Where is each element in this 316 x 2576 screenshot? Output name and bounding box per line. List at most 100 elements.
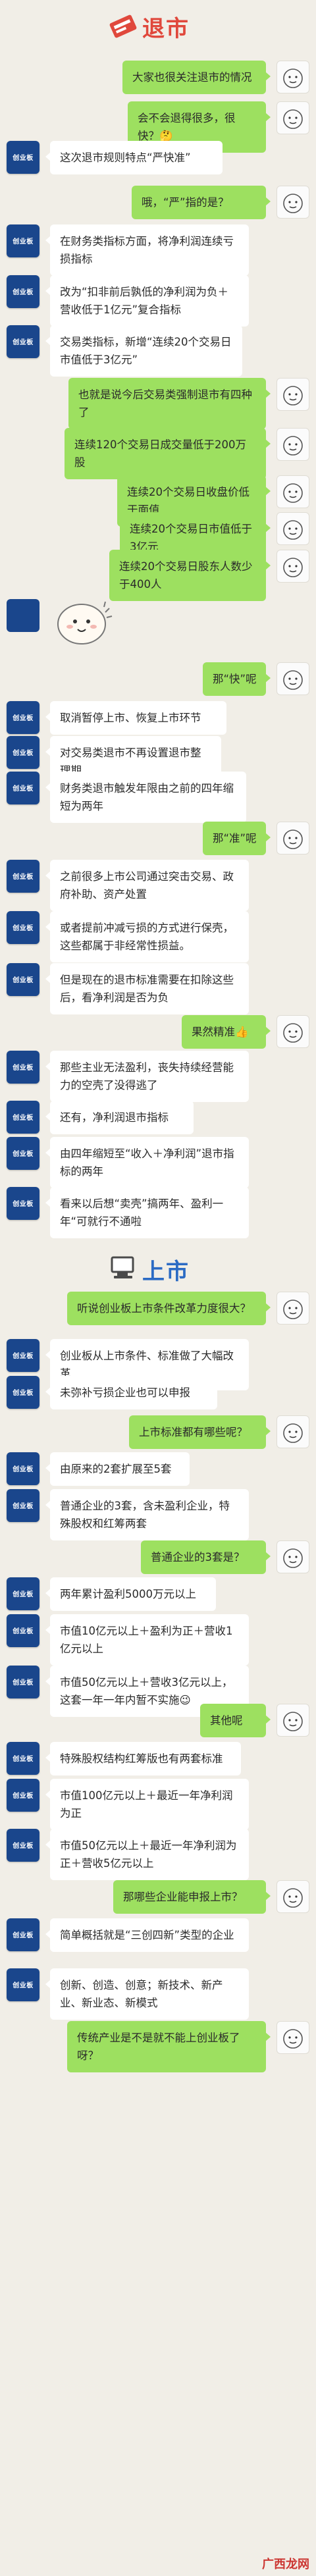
sketch-face-icon xyxy=(283,109,303,129)
section-header-2: 上市 xyxy=(0,1243,316,1292)
brand-avatar-label: 创业板 xyxy=(13,1756,34,1763)
sketch-face-icon xyxy=(283,1023,303,1043)
user-avatar[interactable] xyxy=(276,550,309,583)
brand-avatar-label: 创业板 xyxy=(13,1353,34,1360)
brand-avatar[interactable]: 创业板 xyxy=(7,1489,40,1522)
brand-avatar[interactable]: 创业板 xyxy=(7,224,40,257)
brand-avatar[interactable]: 创业板 xyxy=(7,275,40,308)
brand-avatar-label: 创业板 xyxy=(13,1201,34,1208)
outgoing-message-bubble: 普通企业的3套是？ xyxy=(141,1540,271,1574)
incoming-message-bubble: 普通企业的3套，含未盈利企业，特殊股权和红筹两套 xyxy=(45,1489,249,1540)
user-avatar[interactable] xyxy=(276,1880,309,1913)
brand-avatar-label: 创业板 xyxy=(13,750,34,757)
brand-avatar-label: 创业板 xyxy=(13,977,34,984)
outgoing-message-bubble: 大家也很关注退市的情况 xyxy=(122,61,271,94)
brand-avatar[interactable]: 创业板 xyxy=(7,1968,40,2001)
sketch-face-icon xyxy=(283,483,303,503)
brand-avatar-label: 创业板 xyxy=(13,715,34,722)
brand-avatar-label: 创业板 xyxy=(13,289,34,296)
sketch-face-icon xyxy=(283,558,303,577)
sketch-face-icon xyxy=(283,436,303,456)
user-avatar[interactable] xyxy=(276,378,309,411)
incoming-message-bubble: 市值50亿元以上＋最近一年净利润为正＋营收5亿元以上 xyxy=(45,1829,249,1880)
sketch-face-icon xyxy=(283,194,303,213)
user-avatar[interactable] xyxy=(276,512,309,545)
brand-avatar-label: 创业板 xyxy=(13,925,34,932)
user-avatar[interactable] xyxy=(276,1415,309,1448)
user-avatar[interactable] xyxy=(276,1292,309,1325)
user-avatar[interactable] xyxy=(276,101,309,134)
brand-avatar-label: 创业板 xyxy=(13,238,34,246)
user-avatar[interactable] xyxy=(276,2021,309,2054)
incoming-message-bubble: 看来以后想“卖壳”搞两年、盈利一年“可就行不通啦 xyxy=(45,1187,249,1238)
incoming-message-bubble: 由原来的2套扩展至5套 xyxy=(45,1452,190,1486)
brand-avatar[interactable]: 创业板 xyxy=(7,736,40,769)
brand-avatar[interactable]: 创业板 xyxy=(7,1779,40,1812)
sketch-face-icon xyxy=(283,1712,303,1731)
user-avatar[interactable] xyxy=(276,1540,309,1573)
brand-avatar[interactable]: 创业板 xyxy=(7,1614,40,1647)
brand-avatar[interactable]: 创业板 xyxy=(7,1137,40,1170)
user-avatar[interactable] xyxy=(276,61,309,93)
brand-avatar[interactable]: 创业板 xyxy=(7,1666,40,1698)
brand-avatar[interactable]: 创业板 xyxy=(7,1829,40,1862)
sketch-face-icon xyxy=(283,1548,303,1568)
user-avatar[interactable] xyxy=(276,1704,309,1737)
sketch-face-icon xyxy=(283,1300,303,1319)
sketch-face-icon xyxy=(283,520,303,540)
outgoing-message-bubble: 连续120个交易日成交量低于200万股 xyxy=(65,428,271,479)
brand-avatar-icon[interactable] xyxy=(7,599,41,633)
brand-avatar-label: 创业板 xyxy=(13,1679,34,1687)
incoming-message-bubble: 未弥补亏损企业也可以申报 xyxy=(45,1376,217,1409)
brand-avatar-label: 创业板 xyxy=(13,1065,34,1072)
brand-avatar[interactable]: 创业板 xyxy=(7,1051,40,1084)
brand-avatar-label: 创业板 xyxy=(13,339,34,346)
incoming-message-bubble: 市值100亿元以上＋最近一年净利润为正 xyxy=(45,1779,249,1830)
outgoing-message-bubble: 那“快”呢 xyxy=(203,662,271,696)
brand-avatar[interactable]: 创业板 xyxy=(7,1742,40,1775)
brand-avatar-label: 创业板 xyxy=(13,1628,34,1635)
brand-avatar[interactable]: 创业板 xyxy=(7,1187,40,1220)
outgoing-message-bubble: 也就是说今后交易类强制退市有四种了 xyxy=(68,378,271,429)
incoming-message-bubble: 之前很多上市公司通过突击交易、政府补助、资产处置 xyxy=(45,860,249,911)
brand-avatar-label: 创业板 xyxy=(13,1115,34,1122)
user-avatar[interactable] xyxy=(276,186,309,219)
brand-avatar[interactable]: 创业板 xyxy=(7,1376,40,1409)
sticker-row xyxy=(7,599,113,644)
brand-avatar-label: 创业板 xyxy=(13,1982,34,1989)
outgoing-message-bubble: 那“准”呢 xyxy=(203,822,271,855)
brand-avatar[interactable]: 创业板 xyxy=(7,911,40,944)
brand-avatar[interactable]: 创业板 xyxy=(7,325,40,358)
user-avatar[interactable] xyxy=(276,662,309,695)
user-avatar[interactable] xyxy=(276,475,309,508)
dumpling-mascot-sticker xyxy=(57,601,113,644)
incoming-message-bubble: 改为“扣非前后孰低的净利润为负＋营收低于1亿元”复合指标 xyxy=(45,275,249,327)
section-title: 上市 xyxy=(142,1259,190,1285)
brand-avatar[interactable]: 创业板 xyxy=(7,1918,40,1951)
incoming-message-bubble: 两年累计盈利5000万元以上 xyxy=(45,1577,216,1611)
brand-avatar-label: 创业板 xyxy=(13,1503,34,1510)
outgoing-message-bubble: 听说创业板上市条件改革力度很大？ xyxy=(67,1292,271,1325)
brand-avatar[interactable]: 创业板 xyxy=(7,1452,40,1485)
brand-avatar[interactable]: 创业板 xyxy=(7,963,40,996)
brand-avatar[interactable]: 创业板 xyxy=(7,772,40,804)
chat-article: 退市 大家也很关注退市的情况 会不会退得很多，很快？🤔 创业板 这次退市规则特点“严快准… xyxy=(0,0,316,2576)
brand-avatar[interactable]: 创业板 xyxy=(7,141,40,174)
brand-avatar[interactable]: 创业板 xyxy=(7,701,40,734)
sketch-face-icon xyxy=(283,68,303,88)
brand-avatar[interactable]: 创业板 xyxy=(7,1577,40,1610)
outgoing-message-bubble: 果然精准👍 xyxy=(182,1015,271,1049)
brand-avatar[interactable]: 创业板 xyxy=(7,1339,40,1372)
user-avatar[interactable] xyxy=(276,428,309,461)
outgoing-message-bubble: 传统产业是不是就不能上创业板了呀？ xyxy=(67,2021,271,2072)
brand-avatar[interactable]: 创业板 xyxy=(7,860,40,893)
computer-icon xyxy=(111,1256,134,1278)
section-header-1: 退市 xyxy=(0,0,316,49)
outgoing-message-bubble: 那哪些企业能申报上市？ xyxy=(113,1880,271,1914)
user-avatar[interactable] xyxy=(276,1015,309,1048)
user-avatar[interactable] xyxy=(276,822,309,854)
outgoing-message-bubble: 哦，“严”指的是？ xyxy=(132,186,271,219)
brand-avatar-label: 创业板 xyxy=(13,1591,34,1598)
brand-avatar[interactable]: 创业板 xyxy=(7,1101,40,1134)
sketch-face-icon xyxy=(283,1423,303,1443)
